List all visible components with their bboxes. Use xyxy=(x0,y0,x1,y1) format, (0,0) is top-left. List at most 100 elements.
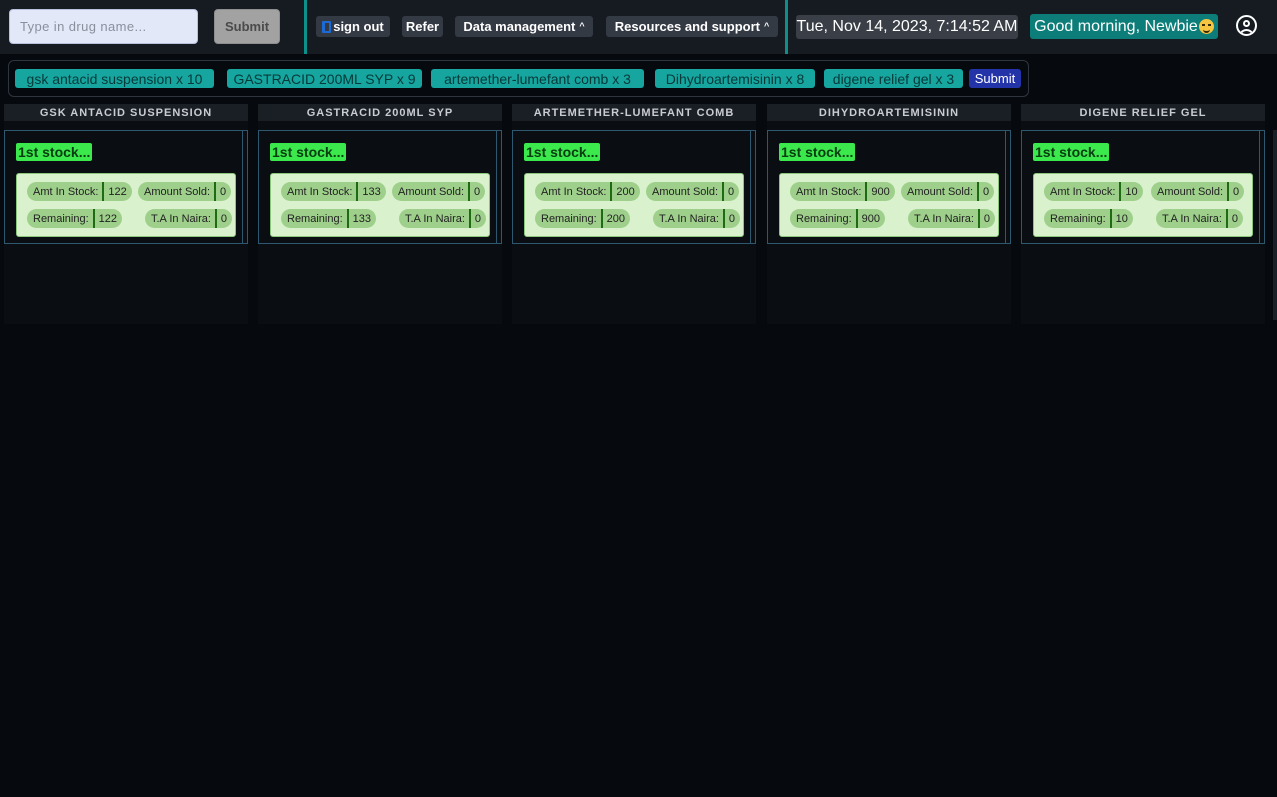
resources-support-dropdown[interactable]: Resources and support ^ xyxy=(606,16,778,37)
amount-sold-label: Amount Sold: xyxy=(907,185,974,198)
data-management-dropdown[interactable]: Data management ^ xyxy=(455,16,593,37)
remaining-label: Remaining: xyxy=(796,212,852,225)
remaining-label: Remaining: xyxy=(1050,212,1106,225)
stock-batch-title[interactable]: 1st stock... xyxy=(16,143,93,161)
drug-stock-panel: 1st stock... Amt In Stock: 10 Amount Sol… xyxy=(1021,130,1265,244)
cart-item-chip[interactable]: gsk antacid suspension x 10 xyxy=(15,69,214,88)
drug-stock-panel: 1st stock... Amt In Stock: 200 Amount So… xyxy=(512,130,756,244)
next-column-edge xyxy=(1273,130,1277,320)
sign-out-button[interactable]: sign out xyxy=(316,16,390,37)
stock-details-card: Amt In Stock: 900 Amount Sold: 0 Remaini… xyxy=(779,173,999,237)
resources-support-label: Resources and support xyxy=(614,19,760,34)
cart-item-label: GASTRACID 200ML SYP x 9 xyxy=(233,70,416,87)
remaining-pill: Remaining: 133 xyxy=(281,209,376,228)
ta-in-naira-pill: T.A In Naira: 0 xyxy=(1156,209,1244,228)
smiley-face-icon xyxy=(1198,19,1214,34)
amt-in-stock-pill: Amt In Stock: 122 xyxy=(27,182,132,201)
amt-in-stock-label: Amt In Stock: xyxy=(33,185,99,198)
sign-out-icon xyxy=(322,20,332,33)
amount-sold-pill: Amount Sold: 0 xyxy=(1151,182,1245,201)
refer-label: Refer xyxy=(405,19,440,34)
amount-sold-pill: Amount Sold: 0 xyxy=(901,182,995,201)
refer-button[interactable]: Refer xyxy=(402,16,443,37)
nav-divider-left xyxy=(304,0,307,54)
amount-sold-pill: Amount Sold: 0 xyxy=(646,182,740,201)
amt-in-stock-label: Amt In Stock: xyxy=(796,185,862,198)
amount-sold-label: Amount Sold: xyxy=(144,185,211,198)
remaining-value: 200 xyxy=(600,209,630,228)
amt-in-stock-label: Amt In Stock: xyxy=(287,185,353,198)
drug-search-input[interactable] xyxy=(9,9,198,44)
stock-batch-title[interactable]: 1st stock... xyxy=(524,143,601,161)
remaining-value: 133 xyxy=(346,209,376,228)
amt-in-stock-value: 900 xyxy=(865,182,894,201)
cart-item-label: artemether-lumefant comb x 3 xyxy=(444,70,631,87)
ta-in-naira-value: 0 xyxy=(1225,209,1243,228)
amt-in-stock-pill: Amt In Stock: 900 xyxy=(790,182,895,201)
ta-in-naira-value: 0 xyxy=(977,209,995,228)
drug-column-header: GSK ANTACID SUSPENSION xyxy=(4,104,248,121)
cart-submit-button[interactable]: Submit xyxy=(969,69,1021,88)
cart-item-chip[interactable]: GASTRACID 200ML SYP x 9 xyxy=(227,69,422,88)
amt-in-stock-pill: Amt In Stock: 200 xyxy=(535,182,640,201)
stock-batch-title[interactable]: 1st stock... xyxy=(1033,143,1110,161)
cart-item-label: digene relief gel x 3 xyxy=(832,70,955,87)
ta-in-naira-label: T.A In Naira: xyxy=(914,212,974,225)
amt-in-stock-pill: Amt In Stock: 133 xyxy=(281,182,386,201)
chevron-up-icon: ^ xyxy=(763,20,770,31)
amt-in-stock-label: Amt In Stock: xyxy=(1050,185,1116,198)
stock-details-card: Amt In Stock: 10 Amount Sold: 0 Remainin… xyxy=(1033,173,1253,237)
stock-details-card: Amt In Stock: 133 Amount Sold: 0 Remaini… xyxy=(270,173,490,237)
ta-in-naira-pill: T.A In Naira: 0 xyxy=(145,209,233,228)
remaining-label: Remaining: xyxy=(287,212,343,225)
amount-sold-label: Amount Sold: xyxy=(1157,185,1224,198)
remaining-value: 122 xyxy=(92,209,122,228)
ta-in-naira-label: T.A In Naira: xyxy=(659,212,719,225)
current-datetime: Tue, Nov 14, 2023, 7:14:52 AM xyxy=(796,15,1018,39)
remaining-pill: Remaining: 200 xyxy=(535,209,630,228)
amount-sold-label: Amount Sold: xyxy=(398,185,465,198)
remaining-pill: Remaining: 10 xyxy=(1044,209,1133,228)
amt-in-stock-value: 200 xyxy=(610,182,639,201)
amount-sold-label: Amount Sold: xyxy=(652,185,719,198)
drug-column: ARTEMETHER-LUMEFANT COMB 1st stock... Am… xyxy=(512,104,756,324)
selected-drugs-cart: gsk antacid suspension x 10 GASTRACID 20… xyxy=(8,60,1029,97)
amt-in-stock-value: 133 xyxy=(356,182,385,201)
cart-item-chip[interactable]: artemether-lumefant comb x 3 xyxy=(431,69,644,88)
drug-stock-panel: 1st stock... Amt In Stock: 133 Amount So… xyxy=(258,130,502,244)
amount-sold-value: 0 xyxy=(977,182,994,201)
amount-sold-pill: Amount Sold: 0 xyxy=(138,182,232,201)
amount-sold-value: 0 xyxy=(722,182,739,201)
drug-stock-panel: 1st stock... Amt In Stock: 900 Amount So… xyxy=(767,130,1011,244)
cart-item-chip[interactable]: Dihydroartemisinin x 8 xyxy=(655,69,815,88)
ta-in-naira-label: T.A In Naira: xyxy=(405,212,465,225)
ta-in-naira-label: T.A In Naira: xyxy=(151,212,211,225)
drug-column-header: GASTRACID 200ML SYP xyxy=(258,104,502,121)
drug-stock-panel: 1st stock... Amt In Stock: 122 Amount So… xyxy=(4,130,248,244)
ta-in-naira-value: 0 xyxy=(468,209,486,228)
drug-column: DIGENE RELIEF GEL 1st stock... Amt In St… xyxy=(1021,104,1265,324)
cart-item-chip[interactable]: digene relief gel x 3 xyxy=(824,69,963,88)
greeting-text: Good morning, Newbie xyxy=(1034,17,1198,35)
amount-sold-value: 0 xyxy=(214,182,231,201)
stock-batch-title[interactable]: 1st stock... xyxy=(270,143,347,161)
nav-divider-right xyxy=(785,0,788,54)
ta-in-naira-pill: T.A In Naira: 0 xyxy=(653,209,741,228)
amt-in-stock-pill: Amt In Stock: 10 xyxy=(1044,182,1143,201)
datetime-text: Tue, Nov 14, 2023, 7:14:52 AM xyxy=(796,18,1018,35)
amount-sold-value: 0 xyxy=(468,182,485,201)
remaining-value: 10 xyxy=(1109,209,1133,228)
remaining-pill: Remaining: 900 xyxy=(790,209,885,228)
ta-in-naira-pill: T.A In Naira: 0 xyxy=(399,209,487,228)
user-profile-icon[interactable] xyxy=(1236,15,1257,36)
amt-in-stock-label: Amt In Stock: xyxy=(541,185,607,198)
remaining-value: 900 xyxy=(855,209,885,228)
chevron-up-icon: ^ xyxy=(579,20,585,31)
remaining-pill: Remaining: 122 xyxy=(27,209,122,228)
top-bar: Submit sign out Refer Data management ^ … xyxy=(0,0,1277,54)
search-submit-button[interactable]: Submit xyxy=(214,9,280,44)
drug-column-header: ARTEMETHER-LUMEFANT COMB xyxy=(512,104,756,121)
ta-in-naira-value: 0 xyxy=(722,209,740,228)
amt-in-stock-value: 10 xyxy=(1119,182,1142,201)
stock-batch-title[interactable]: 1st stock... xyxy=(779,143,856,161)
